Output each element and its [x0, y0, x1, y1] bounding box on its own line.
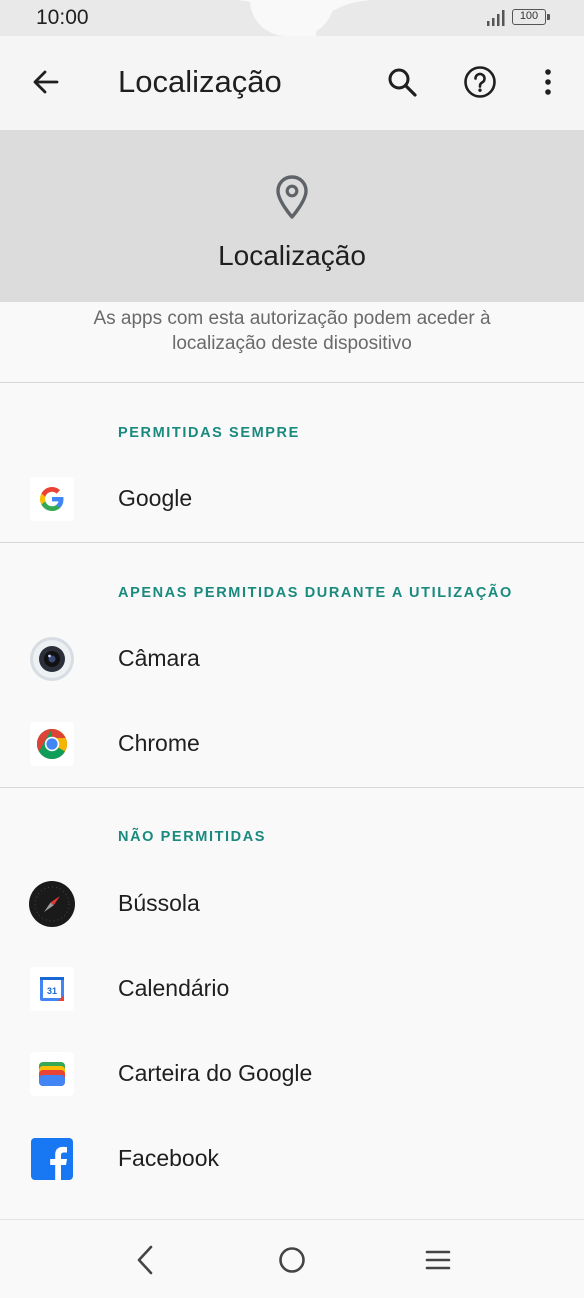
- signal-icon: [487, 10, 505, 26]
- app-row-calendar[interactable]: 31 Calendário: [0, 947, 584, 1032]
- more-options-icon[interactable]: [534, 64, 562, 100]
- facebook-icon: [31, 1138, 73, 1182]
- compass-icon: [29, 881, 75, 927]
- divider: [0, 787, 584, 788]
- camera-icon: [30, 637, 74, 681]
- section-header-always: PERMITIDAS SEMPRE: [118, 425, 300, 441]
- app-row-google[interactable]: Google: [0, 457, 584, 542]
- nav-back-icon[interactable]: [128, 1242, 164, 1278]
- app-label: Carteira do Google: [118, 1060, 313, 1086]
- app-label: Bússola: [118, 890, 200, 916]
- top-app-bar: Localização: [0, 36, 584, 130]
- header-title: Localização: [218, 240, 366, 271]
- back-arrow-icon[interactable]: [30, 66, 62, 98]
- app-label: Calendário: [118, 975, 230, 1001]
- page-title: Localização: [118, 64, 282, 99]
- app-label: Câmara: [118, 645, 200, 671]
- app-row-wallet[interactable]: Carteira do Google: [0, 1032, 584, 1117]
- section-header-while-in-use: APENAS PERMITIDAS DURANTE A UTILIZAÇÃO: [118, 585, 513, 601]
- app-label: Facebook: [118, 1145, 220, 1171]
- system-navigation-bar: [0, 1219, 584, 1298]
- section-header-not-allowed: NÃO PERMITIDAS: [118, 829, 267, 845]
- app-row-chrome[interactable]: Chrome: [0, 702, 584, 787]
- divider: [0, 542, 584, 543]
- nav-home-icon[interactable]: [274, 1242, 310, 1278]
- calendar-icon: 31: [30, 967, 74, 1011]
- permission-description: As apps com esta autorização podem acede…: [93, 308, 491, 354]
- help-icon[interactable]: [462, 64, 498, 100]
- search-icon[interactable]: [384, 64, 420, 100]
- status-time: 10:00: [36, 6, 89, 29]
- google-icon: [30, 477, 74, 521]
- calendar-day: 31: [47, 986, 57, 996]
- wallet-icon: [30, 1052, 74, 1096]
- location-pin-icon: [276, 175, 308, 219]
- battery-icon: 100: [512, 9, 550, 25]
- app-row-camera[interactable]: Câmara: [0, 617, 584, 702]
- permission-header: Localização: [0, 130, 584, 302]
- status-bar: 10:00 100: [0, 0, 584, 36]
- app-label: Chrome: [118, 730, 200, 756]
- app-label: Google: [118, 485, 193, 511]
- chrome-icon: [30, 722, 74, 766]
- nav-recents-icon[interactable]: [420, 1242, 456, 1278]
- app-row-compass[interactable]: Bússola: [0, 862, 584, 947]
- app-row-facebook[interactable]: Facebook: [0, 1117, 584, 1202]
- divider: [0, 382, 584, 383]
